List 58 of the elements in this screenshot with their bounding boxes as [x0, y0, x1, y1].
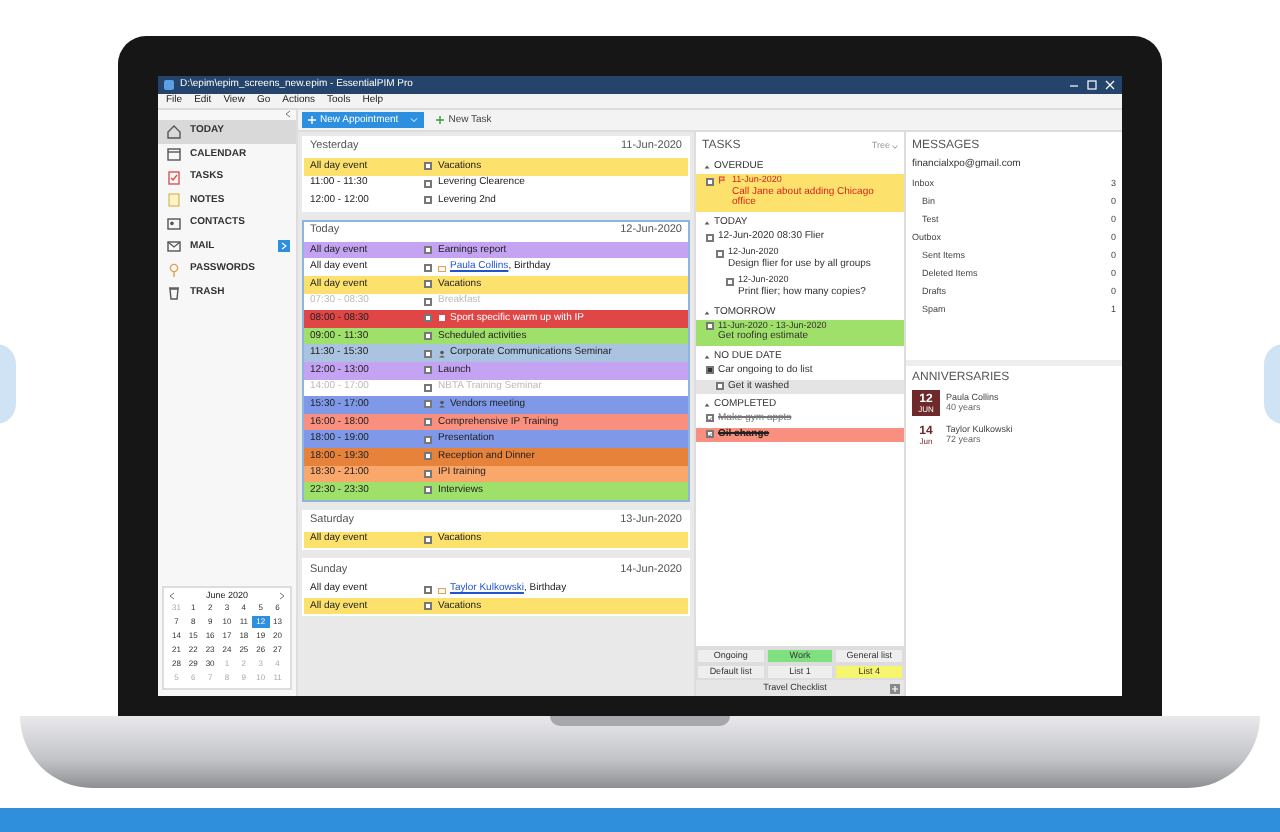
maximize-icon [1086, 80, 1098, 90]
checkbox[interactable] [706, 414, 714, 423]
plus-icon [436, 116, 445, 124]
checkbox[interactable] [716, 382, 724, 391]
checkbox[interactable] [424, 162, 432, 171]
checkbox[interactable] [706, 322, 714, 330]
contact-card-icon [166, 215, 182, 232]
checkbox[interactable] [424, 400, 432, 409]
previous-icon [168, 591, 176, 600]
caret-icon [410, 116, 419, 124]
checkbox[interactable] [706, 366, 714, 375]
add-icon [890, 683, 900, 693]
checkbox[interactable] [424, 297, 432, 306]
checkbox[interactable] [424, 585, 432, 594]
checkbox[interactable] [424, 263, 432, 272]
plus-icon [308, 116, 316, 124]
checkbox[interactable] [424, 486, 432, 495]
checklist-icon [166, 169, 182, 186]
checkbox[interactable] [424, 418, 432, 427]
people-icon [438, 349, 446, 358]
gift-icon [438, 263, 446, 272]
checkbox[interactable] [424, 314, 432, 323]
collapse-icon [704, 220, 710, 226]
collapse-icon [704, 309, 710, 315]
home-icon [166, 123, 182, 140]
collapse-icon [704, 164, 710, 170]
checkbox[interactable] [424, 349, 432, 358]
checkbox[interactable] [424, 435, 432, 444]
key-icon [166, 261, 182, 278]
checkbox[interactable] [706, 233, 714, 241]
calendar-icon [166, 146, 182, 163]
checkbox[interactable] [706, 430, 714, 439]
collapse-icon [284, 110, 292, 118]
checkbox[interactable] [424, 383, 432, 392]
minimize-icon [1068, 80, 1080, 90]
checkbox[interactable] [716, 249, 724, 257]
square-icon [438, 314, 446, 323]
checkbox[interactable] [424, 332, 432, 341]
checkbox[interactable] [424, 196, 432, 205]
close-icon [1104, 80, 1116, 90]
checkbox[interactable] [424, 469, 432, 478]
next-icon [278, 591, 286, 600]
checkbox[interactable] [424, 246, 432, 255]
note-icon [166, 192, 182, 209]
checkbox[interactable] [424, 452, 432, 461]
checkbox[interactable] [706, 177, 714, 185]
checkbox[interactable] [424, 535, 432, 544]
people-icon [438, 400, 446, 409]
envelope-icon [166, 238, 182, 255]
checkbox[interactable] [726, 277, 734, 286]
gift-icon [438, 585, 446, 594]
trash-icon [166, 284, 182, 301]
checkbox[interactable] [424, 179, 432, 188]
checkbox[interactable] [424, 602, 432, 611]
app-icon [164, 80, 174, 90]
checkbox[interactable] [424, 280, 432, 289]
caret-icon [892, 143, 898, 149]
checkbox[interactable] [424, 366, 432, 375]
